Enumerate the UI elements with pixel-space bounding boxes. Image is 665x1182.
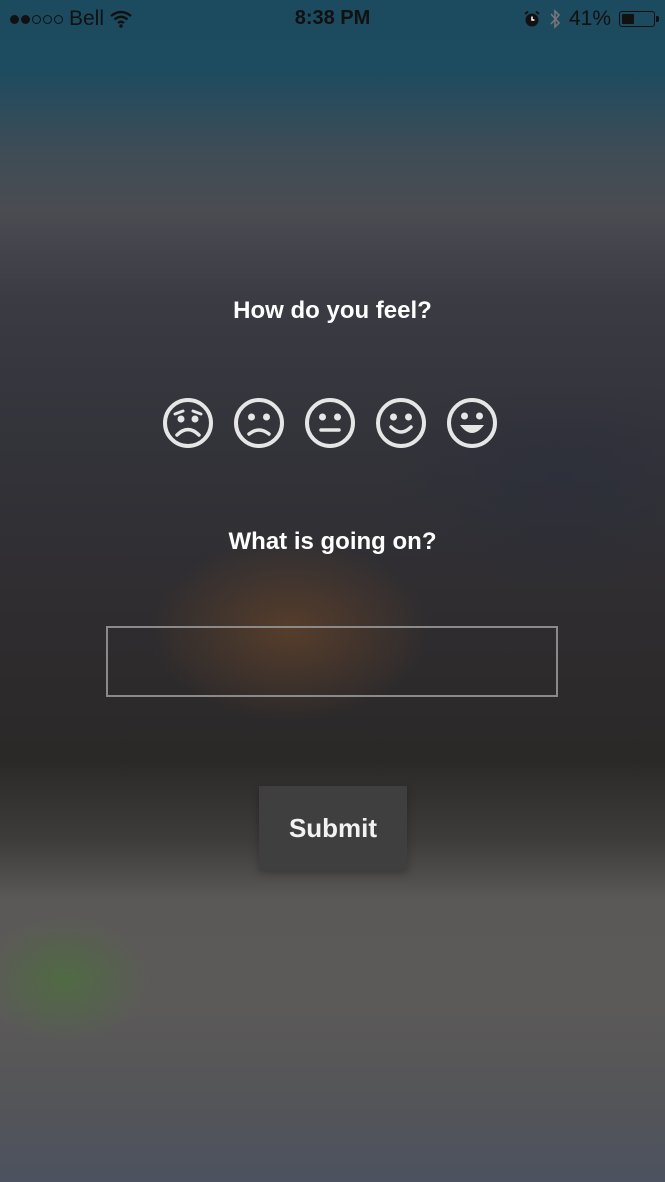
sad-face-icon[interactable] [233,397,285,449]
bluetooth-icon [550,9,561,29]
feel-question: How do you feel? [233,297,432,324]
very-sad-face-icon[interactable] [162,397,214,449]
whats-going-on-question: What is going on? [228,528,437,555]
neutral-face-icon[interactable] [304,397,356,449]
status-right: 41% [523,7,659,31]
alarm-icon [524,10,540,27]
status-bar: Bell 8:38 PM 41% [0,0,665,38]
submit-button[interactable]: Submit [259,786,407,870]
battery-icon [619,11,659,27]
very-happy-face-icon[interactable] [446,397,498,449]
mood-selector [162,397,498,449]
battery-percent: 41% [568,7,611,30]
happy-face-icon[interactable] [375,397,427,449]
description-input[interactable] [106,626,558,697]
